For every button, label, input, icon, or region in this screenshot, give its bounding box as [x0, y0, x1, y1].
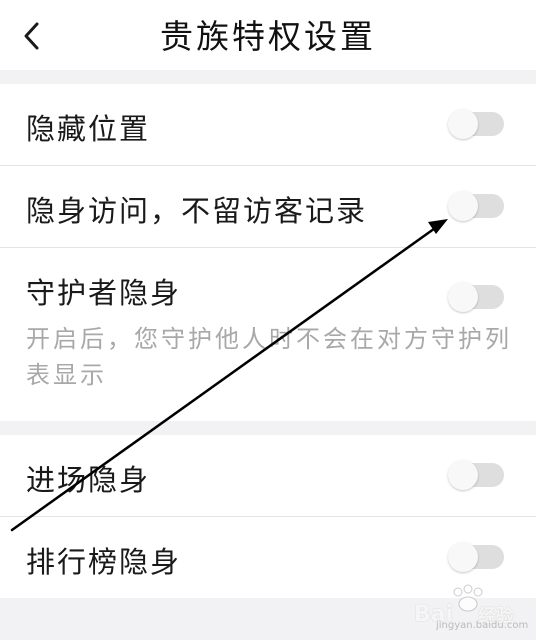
- setting-label: 进场隐身: [26, 463, 151, 497]
- settings-group-2: 进场隐身 排行榜隐身: [0, 435, 536, 598]
- toggle-knob: [448, 109, 478, 139]
- settings-group-1: 隐藏位置 隐身访问，不留访客记录 守护者隐身 开启后，您守护他人时不会在对方守护…: [0, 84, 536, 421]
- guardian-invisible-toggle[interactable]: [448, 282, 504, 312]
- setting-row-hide-location: 隐藏位置: [0, 84, 536, 165]
- toggle-knob: [448, 460, 478, 490]
- invisible-visit-toggle[interactable]: [448, 191, 504, 221]
- setting-label: 隐藏位置: [26, 112, 151, 146]
- toggle-knob: [448, 282, 478, 312]
- setting-row-entrance-invisible: 进场隐身: [0, 435, 536, 516]
- toggle-knob: [448, 191, 478, 221]
- setting-label: 隐身访问，不留访客记录: [26, 194, 368, 228]
- setting-row-invisible-visit: 隐身访问，不留访客记录: [0, 166, 536, 247]
- toggle-knob: [448, 542, 478, 572]
- entrance-invisible-toggle[interactable]: [448, 460, 504, 490]
- baidu-jingyan-watermark: Bai 经验 jingyan.baidu.com: [414, 580, 530, 636]
- privilege-settings-screen: 贵族特权设置 隐藏位置 隐身访问，不留访客记录 守护者隐身 开启后，您守护他人时…: [0, 0, 536, 640]
- page-title: 贵族特权设置: [160, 17, 376, 56]
- setting-description: 开启后，您守护他人时不会在对方守护列表显示: [26, 325, 512, 389]
- top-navigation-bar: 贵族特权设置: [0, 0, 536, 70]
- setting-label: 守护者隐身: [26, 276, 182, 310]
- ranking-invisible-toggle[interactable]: [448, 542, 504, 572]
- watermark-url: jingyan.baidu.com: [436, 620, 529, 631]
- setting-label: 排行榜隐身: [26, 545, 182, 579]
- setting-row-guardian-invisible: 守护者隐身 开启后，您守护他人时不会在对方守护列表显示: [0, 248, 536, 421]
- hide-location-toggle[interactable]: [448, 109, 504, 139]
